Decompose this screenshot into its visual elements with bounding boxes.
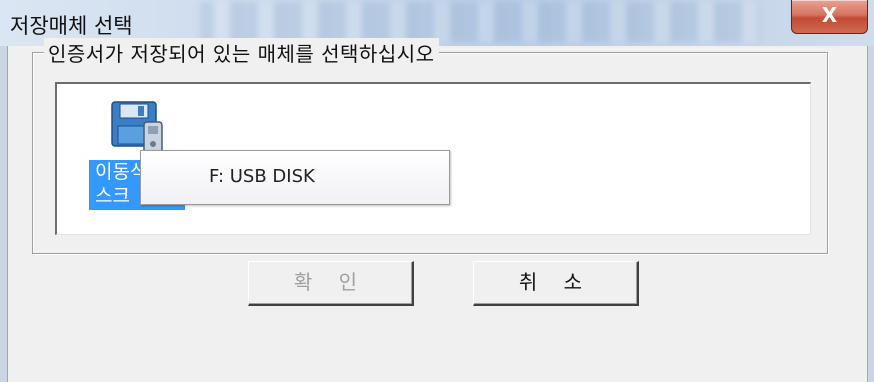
close-button[interactable]: X	[791, 0, 868, 34]
ok-button[interactable]: 확 인	[248, 261, 414, 306]
group-legend: 인증서가 저장되어 있는 매체를 선택하십시오	[44, 38, 439, 67]
tooltip-text: F: USB DISK	[209, 166, 315, 187]
drive-tooltip: F: USB DISK	[140, 150, 450, 205]
dialog-window: 저장매체 선택 X 인증서가 저장되어 있는 매체를 선택하십시오 이동식 디스…	[0, 0, 874, 382]
window-title: 저장매체 선택	[10, 14, 133, 38]
title-bar-background	[200, 2, 760, 42]
cancel-button[interactable]: 취 소	[473, 261, 639, 306]
